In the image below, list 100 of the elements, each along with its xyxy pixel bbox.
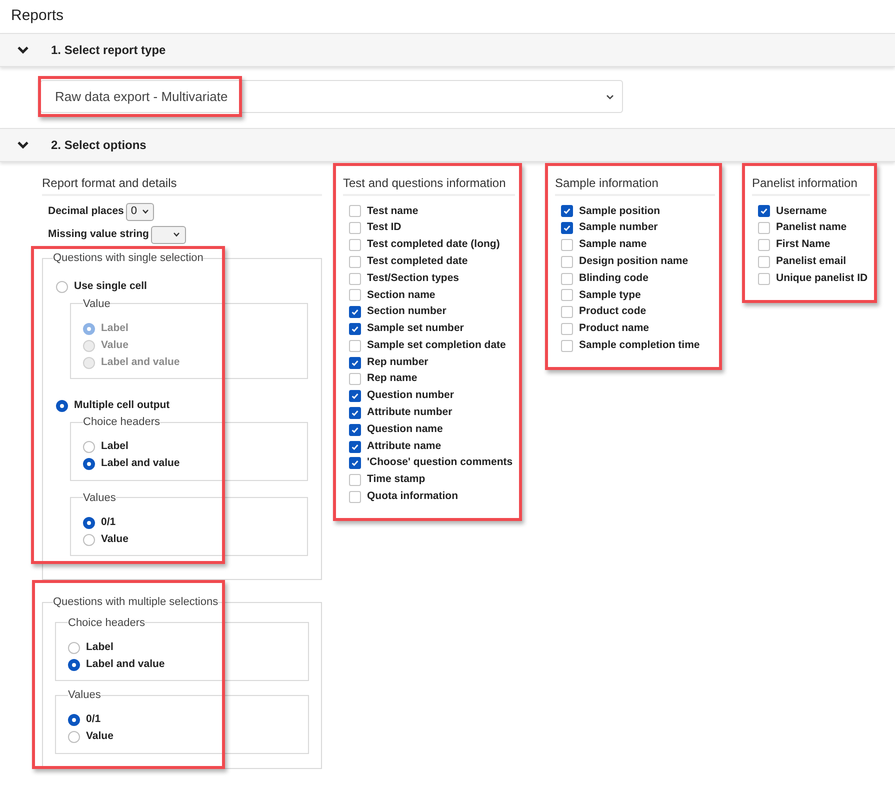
checkbox[interactable] [758, 222, 770, 234]
checkbox-label: Product name [579, 321, 650, 336]
checkbox[interactable] [758, 205, 770, 218]
checkbox-label: Test ID [367, 220, 402, 236]
checkbox[interactable] [349, 222, 361, 234]
checkbox[interactable] [758, 238, 770, 251]
checkbox-label: Rep name [367, 371, 418, 386]
checkbox[interactable] [561, 306, 573, 318]
radio-label: Use single cell [74, 279, 147, 294]
checkbox[interactable] [561, 205, 573, 218]
checkbox-label: Unique panelist ID [776, 270, 868, 286]
radio-button[interactable] [68, 642, 80, 654]
radio-button[interactable] [56, 281, 68, 293]
checkbox[interactable] [561, 272, 573, 285]
checkbox-label: Sample type [579, 288, 641, 302]
checkbox[interactable] [758, 256, 770, 268]
group-legend: Questions with multiple selections [53, 594, 218, 610]
group-legend: Choice headers [68, 614, 146, 631]
radio-label: Multiple cell output [74, 398, 170, 413]
group-legend: Choice headers [83, 414, 160, 430]
checkbox[interactable] [349, 238, 361, 251]
section-header[interactable]: 2. Select options [0, 128, 895, 162]
group-legend: Values [83, 490, 116, 506]
checkbox[interactable] [349, 406, 361, 419]
radio-label: 0/1 [101, 514, 116, 530]
checkbox-label: Section name [367, 288, 436, 302]
checkbox[interactable] [561, 222, 573, 234]
checkbox-label: Product code [579, 304, 646, 320]
radio-label: Value [101, 338, 128, 353]
radio-button[interactable] [68, 731, 80, 743]
radio-button[interactable] [83, 516, 95, 528]
checkbox[interactable] [758, 272, 770, 285]
radio-label: Label [86, 640, 114, 655]
chevron-icon [17, 139, 29, 151]
radio-button[interactable] [83, 534, 95, 546]
section-title: 2. Select options [51, 137, 146, 154]
decimal-places-select[interactable]: 0 [126, 202, 154, 220]
checkbox-label: Section number [367, 304, 446, 320]
checkbox[interactable] [349, 440, 361, 453]
group-legend: Values [68, 687, 101, 704]
checkbox[interactable] [349, 390, 361, 402]
column-heading: Report format and details [42, 176, 177, 190]
group-legend: Questions with single selection [53, 250, 204, 266]
checkbox-label: Test name [367, 204, 418, 219]
checkbox[interactable] [349, 373, 361, 386]
checkbox-label: Quota information [367, 489, 458, 504]
checkbox-label: Sample set completion date [367, 338, 506, 353]
checkbox[interactable] [349, 356, 361, 369]
radio-button[interactable] [83, 441, 95, 453]
checkbox-label: Time stamp [367, 472, 426, 488]
checkbox[interactable] [349, 457, 361, 470]
radio-button[interactable] [56, 400, 68, 412]
column-heading: Test and questions information [343, 176, 506, 190]
checkbox[interactable] [349, 306, 361, 318]
checkbox-label: 'Choose' question comments [367, 455, 513, 470]
radio-label: Value [86, 729, 114, 744]
checkbox[interactable] [561, 238, 573, 251]
checkbox-label: Question number [367, 388, 454, 404]
check-icon [760, 207, 768, 216]
checkbox-label: Blinding code [579, 270, 648, 286]
radio-label: Label and value [101, 354, 180, 370]
section-header[interactable]: 1. Select report type [0, 33, 895, 67]
checkbox-label: Test/Section types [367, 270, 459, 286]
checkbox[interactable] [349, 205, 361, 218]
checkbox-label: Sample set number [367, 321, 464, 336]
checkbox[interactable] [349, 289, 361, 302]
chevron-icon [17, 44, 29, 56]
checkbox-label: Design position name [579, 254, 688, 269]
checkbox-label: Attribute number [367, 405, 452, 420]
checkbox-label: First Name [776, 237, 830, 252]
missing-value-select[interactable] [150, 226, 186, 244]
checkbox[interactable] [349, 340, 361, 352]
radio-button[interactable] [68, 658, 80, 670]
checkbox[interactable] [561, 256, 573, 268]
checkbox-label: Test completed date [367, 254, 468, 269]
radio-label: 0/1 [86, 712, 101, 728]
checkbox-label: Attribute name [367, 438, 442, 454]
field-label: Decimal places [48, 204, 124, 219]
report-type-select[interactable]: Raw data export - Multivariate [40, 80, 623, 113]
radio-label: Label and value [86, 656, 165, 672]
checkbox[interactable] [349, 474, 361, 486]
checkbox[interactable] [349, 272, 361, 285]
checkbox[interactable] [349, 256, 361, 268]
section-title: 1. Select report type [51, 42, 166, 59]
column-heading: Sample information [555, 176, 658, 190]
checkbox[interactable] [349, 424, 361, 436]
caret-icon [142, 209, 150, 214]
checkbox[interactable] [349, 490, 361, 503]
checkbox[interactable] [561, 340, 573, 352]
check-icon [351, 358, 359, 367]
radio-button[interactable] [68, 714, 80, 726]
column-heading: Panelist information [752, 176, 858, 190]
radio-label: Value [101, 532, 128, 547]
checkbox-label: Sample completion time [579, 338, 700, 353]
radio-button[interactable] [83, 458, 95, 470]
checkbox[interactable] [561, 322, 573, 335]
checkbox-label: Panelist name [776, 220, 847, 236]
checkbox[interactable] [349, 322, 361, 335]
checkbox[interactable] [561, 289, 573, 302]
caret-icon [606, 94, 614, 100]
